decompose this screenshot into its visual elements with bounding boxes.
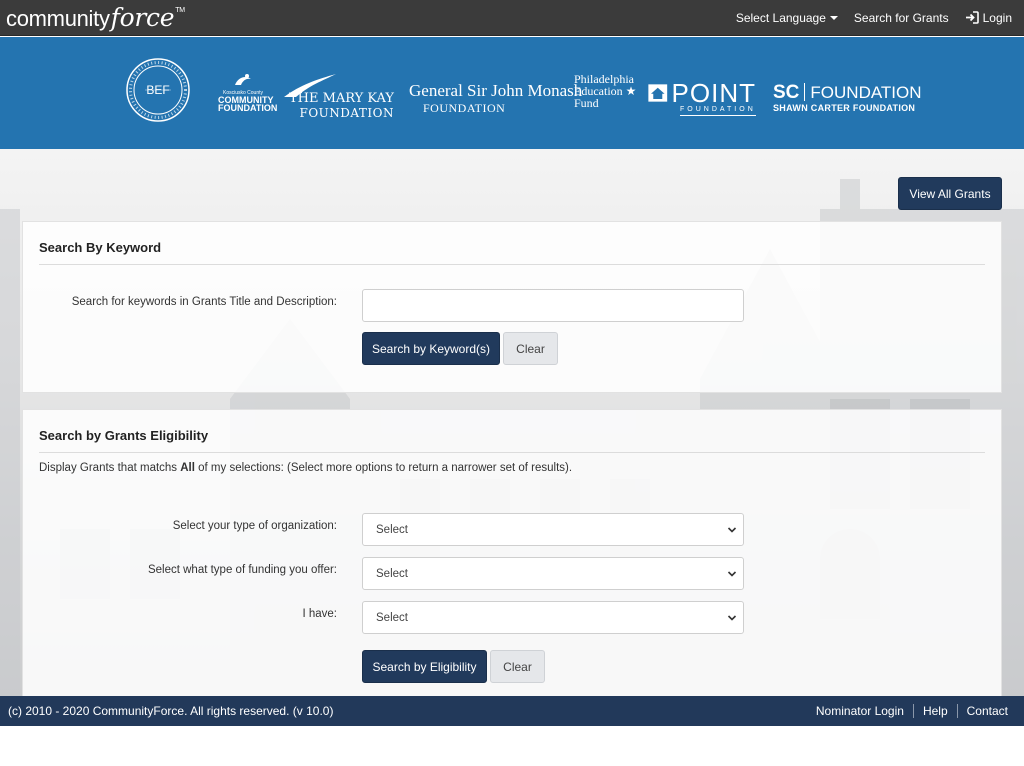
org-type-value: Select	[376, 523, 408, 536]
scf-abbr: SC	[773, 82, 800, 103]
sponsor-logos: BEF Kosciusko County COMMUNITY FOUNDATIO…	[0, 37, 1024, 149]
keyword-clear-button[interactable]: Clear	[503, 332, 558, 365]
kcf-mark-icon	[235, 74, 251, 85]
page-footer: (c) 2010 - 2020 CommunityForce. All righ…	[0, 696, 1024, 726]
funding-type-value: Select	[376, 567, 408, 580]
bef-logo-text: BEF	[146, 83, 169, 97]
desc-after: of my selections: (Select more options t…	[194, 462, 573, 474]
i-have-select[interactable]: Select	[362, 601, 744, 634]
star-icon: ★	[625, 84, 637, 98]
keyword-field-label: Search for keywords in Grants Title and …	[71, 296, 337, 308]
i-have-value: Select	[376, 611, 408, 624]
select-language-label: Select Language	[735, 10, 826, 25]
select-language-dropdown[interactable]: Select Language	[736, 11, 838, 25]
funding-type-select[interactable]: Select	[362, 557, 744, 590]
marykay-line2: FOUNDATION	[299, 106, 394, 120]
point-row: POINT	[648, 80, 756, 106]
scf-sub: SHAWN CARTER FOUNDATION	[773, 103, 916, 113]
keyword-search-input[interactable]	[362, 289, 744, 322]
marykay-logo: THE MARY KAY FOUNDATION	[282, 74, 394, 120]
kcf-line3: FOUNDATION	[218, 103, 278, 113]
contact-link[interactable]: Contact	[956, 704, 1008, 718]
nav-links: Select Language Search for Grants Login	[736, 11, 1012, 25]
search-grants-link[interactable]: Search for Grants	[854, 11, 949, 25]
view-all-grants-button[interactable]: View All Grants	[898, 177, 1002, 210]
keyword-search-panel: Search By Keyword Search for keywords in…	[22, 221, 1002, 393]
monash-line2: FOUNDATION	[423, 101, 506, 115]
org-type-select[interactable]: Select	[362, 513, 744, 546]
monash-line1: General Sir John Monash	[409, 81, 583, 100]
scf-word: FOUNDATION	[810, 83, 922, 102]
scf-row: SC FOUNDATION	[773, 82, 922, 103]
caret-down-icon	[829, 16, 838, 21]
point-house-icon	[648, 84, 668, 102]
desc-before: Display Grants that matchs	[39, 462, 181, 474]
help-link[interactable]: Help	[912, 704, 957, 718]
top-navbar: community force TM Select Language Search …	[0, 0, 1024, 36]
eligibility-panel-divider	[39, 452, 985, 453]
communityforce-logo[interactable]: community force TM	[6, 3, 185, 32]
brand-prefix: community	[6, 6, 110, 31]
chevron-down-icon	[727, 614, 737, 621]
eligibility-panel-title: Search by Grants Eligibility	[39, 428, 209, 443]
point-word: POINT	[671, 78, 756, 108]
phila-logo: Philadelphia Education ★ Fund	[574, 73, 638, 109]
chevron-down-icon	[727, 570, 737, 577]
login-link[interactable]: Login	[965, 11, 1012, 25]
i-have-label: I have:	[302, 608, 337, 620]
chevron-down-icon	[727, 526, 737, 533]
eligibility-search-panel: Search by Grants Eligibility Display Gra…	[22, 409, 1002, 699]
sponsor-banner: BEF Kosciusko County COMMUNITY FOUNDATIO…	[0, 37, 1024, 149]
search-by-keyword-button[interactable]: Search by Keyword(s)	[362, 332, 500, 365]
org-type-label: Select your type of organization:	[172, 520, 337, 532]
phila-line3: Fund	[574, 96, 599, 110]
point-logo: POINT FOUNDATION	[648, 80, 756, 116]
eligibility-description: Display Grants that matchs All of my sel…	[39, 462, 572, 474]
footer-links: Nominator Login Help Contact	[807, 704, 1008, 718]
search-by-eligibility-button[interactable]: Search by Eligibility	[362, 650, 487, 683]
marykay-wing-icon	[284, 74, 336, 97]
brand-suffix: force	[110, 3, 175, 32]
desc-bold: All	[180, 462, 195, 474]
point-sub: FOUNDATION	[680, 106, 756, 116]
login-label: Login	[982, 10, 1012, 25]
eligibility-clear-button[interactable]: Clear	[490, 650, 545, 683]
scf-divider	[804, 83, 806, 101]
sign-in-icon	[965, 11, 979, 24]
kcf-logo: Kosciusko County COMMUNITY FOUNDATION	[218, 73, 278, 113]
keyword-panel-divider	[39, 264, 985, 265]
nominator-login-link[interactable]: Nominator Login	[807, 704, 913, 718]
copyright-text: (c) 2010 - 2020 CommunityForce. All righ…	[8, 704, 334, 718]
bef-logo: BEF	[125, 57, 191, 123]
funding-type-label: Select what type of funding you offer:	[147, 564, 337, 576]
brand-trademark: TM	[175, 7, 185, 14]
monash-logo: General Sir John Monash FOUNDATION	[409, 81, 583, 116]
keyword-panel-title: Search By Keyword	[39, 240, 162, 255]
scf-logo: SC FOUNDATION SHAWN CARTER FOUNDATION	[773, 82, 922, 114]
